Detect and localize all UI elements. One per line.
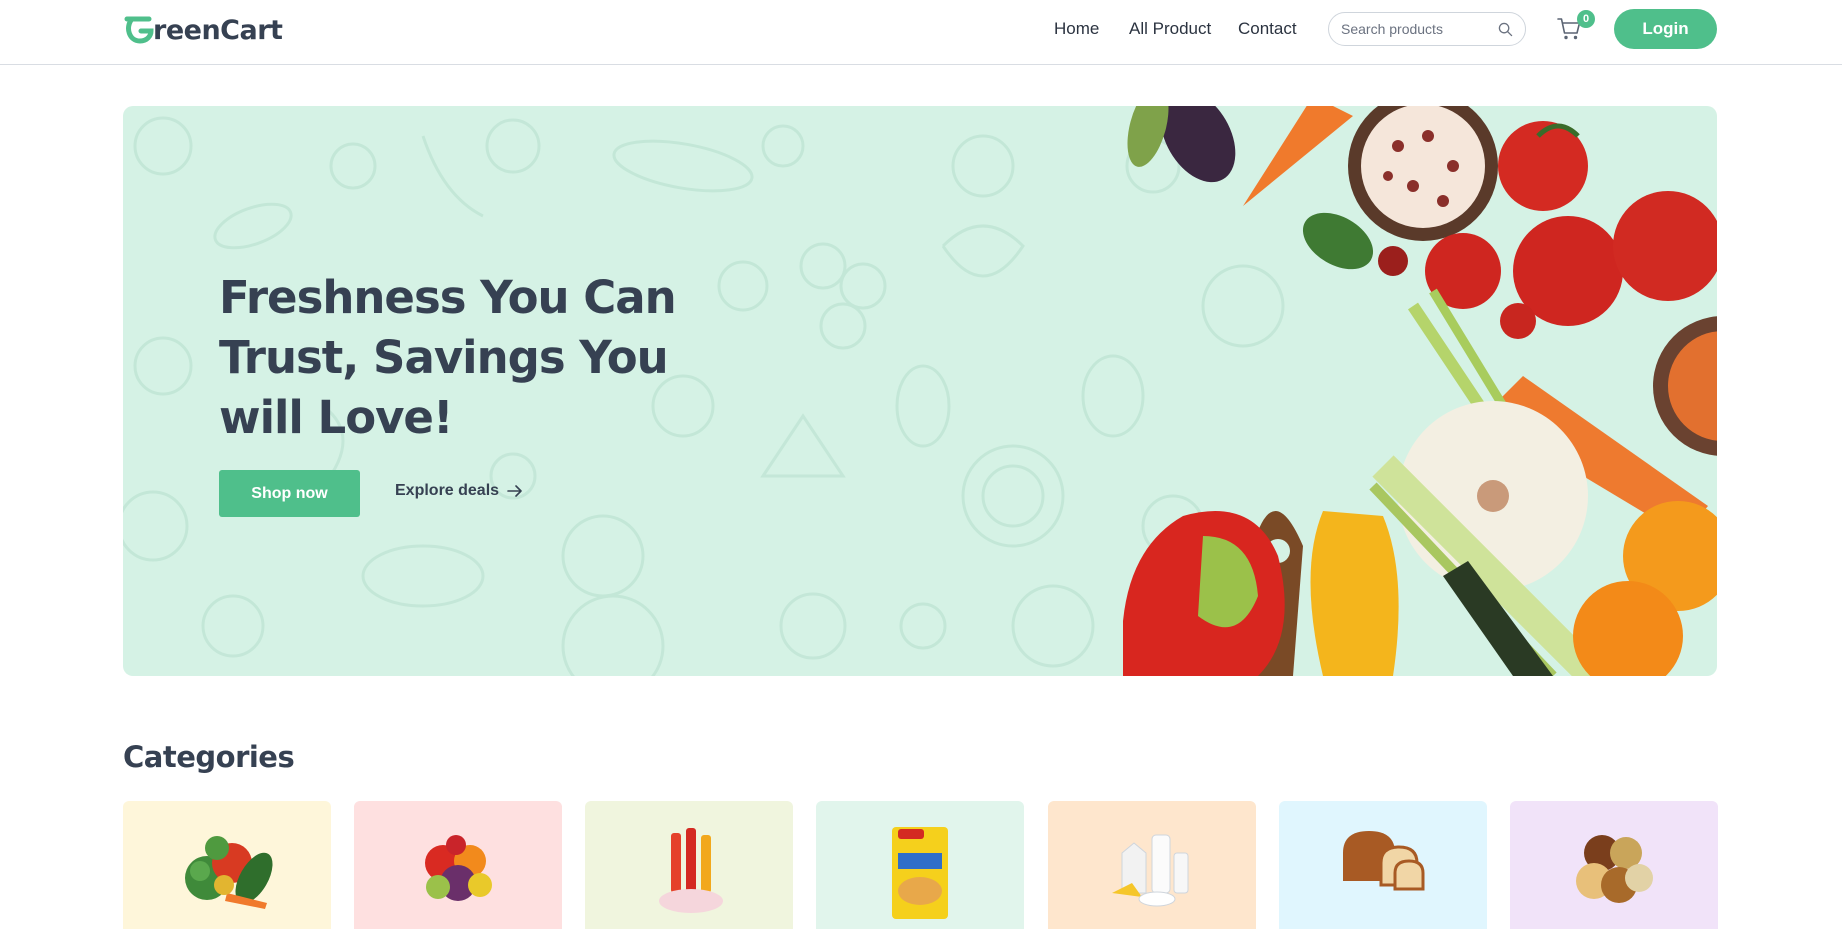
explore-deals-label: Explore deals xyxy=(395,482,500,499)
nav-home-link[interactable]: Home xyxy=(1054,19,1099,39)
logo[interactable]: reenCart xyxy=(123,12,283,48)
vegetables-icon xyxy=(185,836,273,909)
shop-now-button[interactable]: Shop now xyxy=(219,470,360,517)
category-card-instant-food[interactable] xyxy=(816,801,1024,929)
instant-noodles-icon xyxy=(892,827,948,919)
category-card-fruits[interactable] xyxy=(354,801,562,929)
search-icon[interactable] xyxy=(1498,22,1513,37)
arrow-right-icon xyxy=(507,485,522,497)
category-card-vegetables[interactable] xyxy=(123,801,331,929)
vegetables-illustration xyxy=(1123,106,1717,676)
cart-count-badge: 0 xyxy=(1577,10,1595,28)
category-card-bakery[interactable] xyxy=(1279,801,1487,929)
logo-g-icon xyxy=(124,16,154,44)
hero-title-line-3: will Love! xyxy=(219,391,453,444)
hero-title-line-1: Freshness You Can xyxy=(219,271,677,324)
nav-all-product-link[interactable]: All Product xyxy=(1129,19,1211,39)
navbar: reenCart Home All Product Contact 0 Logi… xyxy=(0,0,1842,65)
dairy-icon xyxy=(1112,834,1189,907)
bakery-icon xyxy=(1343,831,1425,891)
grains-icon xyxy=(1576,835,1653,903)
category-card-dairy[interactable] xyxy=(1048,801,1256,929)
drinks-icon xyxy=(659,828,723,913)
category-card-grains[interactable] xyxy=(1510,801,1718,929)
hero-title-line-2: Trust, Savings You xyxy=(219,331,669,384)
hero-banner: Freshness You Can Trust, Savings You wil… xyxy=(123,106,1717,676)
nav-contact-link[interactable]: Contact xyxy=(1238,19,1297,39)
categories-title: Categories xyxy=(123,740,295,774)
explore-deals-link[interactable]: Explore deals xyxy=(395,482,523,500)
search-input[interactable] xyxy=(1341,21,1491,37)
fruits-icon xyxy=(425,835,492,901)
search-box xyxy=(1328,12,1526,46)
category-card-drinks[interactable] xyxy=(585,801,793,929)
login-button[interactable]: Login xyxy=(1614,9,1717,49)
logo-text: reenCart xyxy=(153,14,283,46)
hero-title: Freshness You Can Trust, Savings You wil… xyxy=(219,268,699,448)
